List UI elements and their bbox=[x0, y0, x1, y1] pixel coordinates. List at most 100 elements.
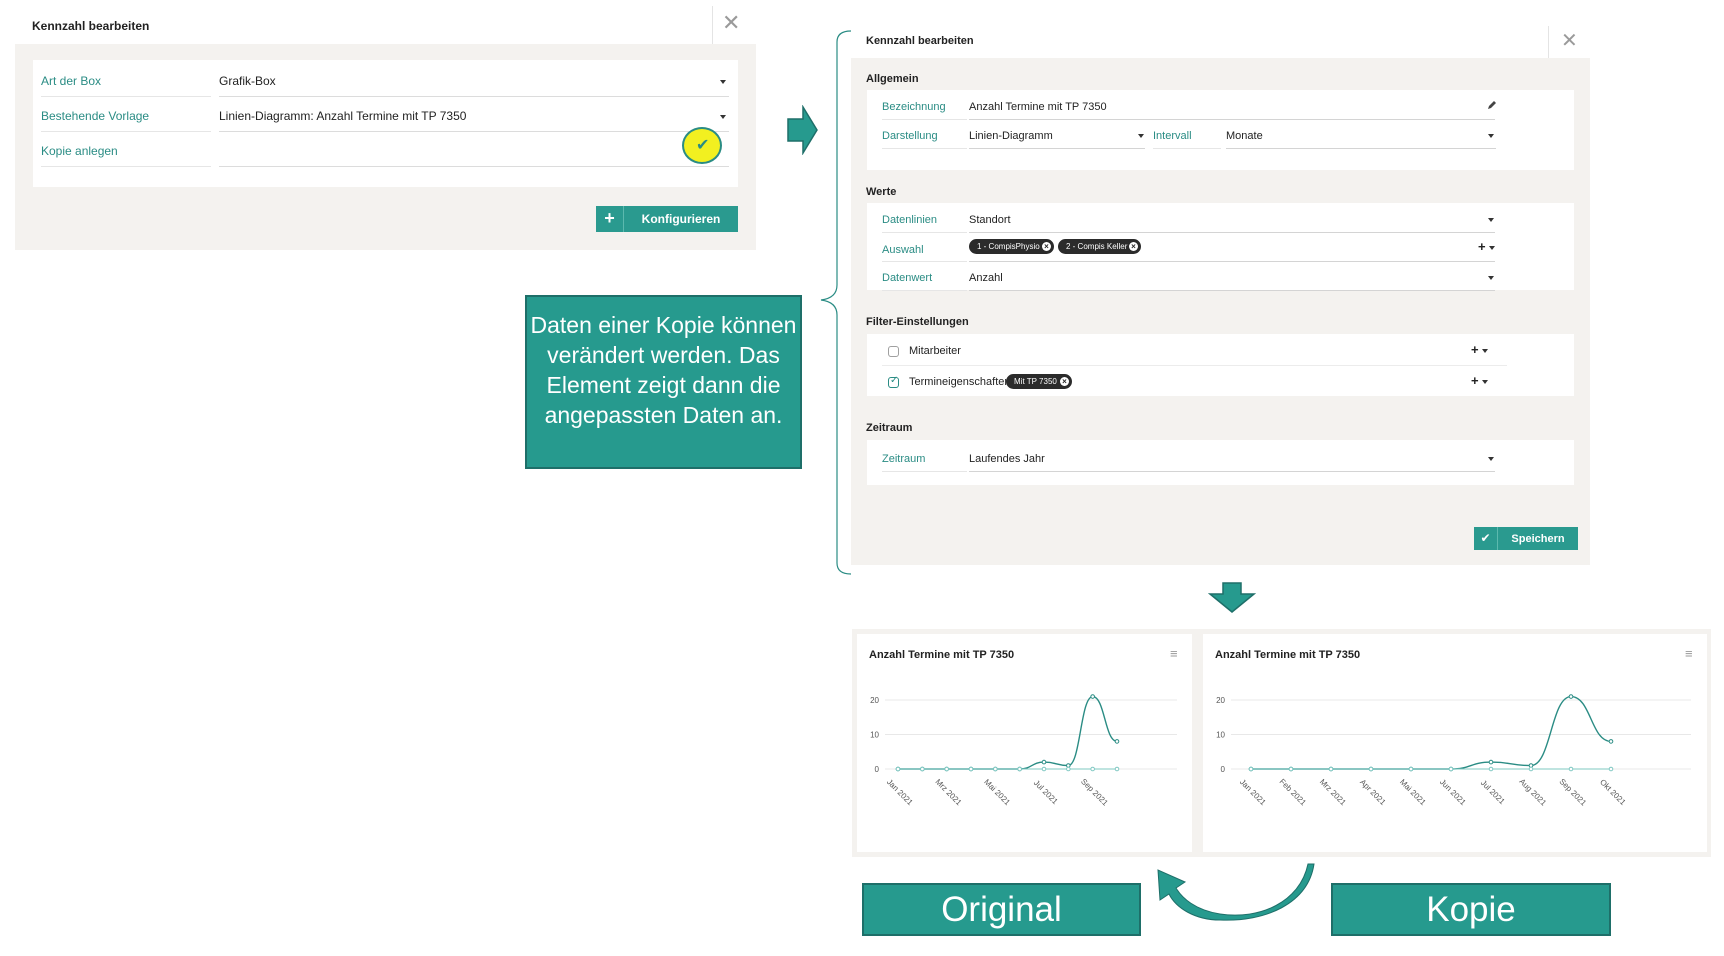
chevron-down-icon[interactable] bbox=[720, 115, 726, 119]
hamburger-menu-icon[interactable]: ≡ bbox=[1170, 646, 1178, 661]
chevron-down-icon[interactable] bbox=[1138, 134, 1144, 138]
value-underline bbox=[219, 131, 729, 132]
speichern-button[interactable]: ✔ Speichern bbox=[1474, 527, 1578, 550]
termineigenschaften-checkbox[interactable]: ✓ bbox=[888, 375, 899, 388]
check-icon: ✔ bbox=[1474, 527, 1498, 550]
data-point[interactable] bbox=[1017, 766, 1022, 772]
row-darstellung[interactable]: Darstellung Linien-Diagramm Intervall Mo… bbox=[882, 119, 1567, 149]
data-point[interactable] bbox=[1288, 766, 1294, 772]
y-tick-label: 10 bbox=[870, 731, 879, 740]
add-termineigenschaft-icon[interactable]: + bbox=[1471, 373, 1479, 388]
data-point[interactable] bbox=[1114, 739, 1120, 744]
data-point[interactable] bbox=[993, 766, 998, 772]
row-datenwert[interactable]: Datenwert Anzahl bbox=[882, 261, 1567, 291]
data-point[interactable] bbox=[1488, 766, 1494, 772]
remove-chip-icon[interactable]: × bbox=[1042, 242, 1051, 251]
chevron-down-icon[interactable] bbox=[720, 80, 726, 84]
data-point[interactable] bbox=[1528, 766, 1534, 772]
row-auswahl[interactable]: Auswahl 1 - CompisPhysio × 2 - Compis Ke… bbox=[882, 232, 1567, 262]
field-label: Kopie anlegen bbox=[41, 144, 118, 158]
kopie-anlegen-toggle[interactable]: ✔ bbox=[682, 127, 722, 164]
x-tick-label: Okt 2021 bbox=[1598, 778, 1628, 808]
field-label: Bestehende Vorlage bbox=[41, 109, 150, 123]
card-allgemein: Bezeichnung Anzahl Termine mit TP 7350 D… bbox=[867, 90, 1574, 170]
data-point[interactable] bbox=[1066, 766, 1071, 772]
button-label: Konfigurieren bbox=[641, 212, 721, 226]
field-label: Datenlinien bbox=[882, 214, 938, 226]
chevron-down-icon[interactable] bbox=[1482, 349, 1488, 353]
data-point[interactable] bbox=[1568, 694, 1574, 699]
mitarbeiter-checkbox[interactable] bbox=[888, 346, 899, 357]
datenwert-select[interactable]: Anzahl bbox=[969, 272, 1003, 284]
data-point[interactable] bbox=[1114, 766, 1120, 772]
pencil-icon[interactable] bbox=[1487, 100, 1497, 110]
auswahl-chip[interactable]: 2 - Compis Keller × bbox=[1058, 239, 1141, 254]
plus-icon: + bbox=[596, 206, 624, 232]
field-label: Art der Box bbox=[41, 74, 102, 88]
close-icon[interactable]: ✕ bbox=[722, 12, 740, 34]
chevron-down-icon[interactable] bbox=[1488, 457, 1494, 461]
hamburger-menu-icon[interactable]: ≡ bbox=[1685, 646, 1693, 661]
data-point[interactable] bbox=[1448, 766, 1454, 772]
data-point[interactable] bbox=[1041, 766, 1047, 772]
label-underline bbox=[41, 166, 211, 167]
chevron-down-icon[interactable] bbox=[1488, 276, 1494, 280]
chevron-down-icon[interactable] bbox=[1482, 380, 1488, 384]
data-point[interactable] bbox=[1368, 766, 1374, 772]
vorlage-select[interactable]: Linien-Diagramm: Anzahl Termine mit TP 7… bbox=[219, 109, 466, 123]
bezeichnung-input[interactable]: Anzahl Termine mit TP 7350 bbox=[969, 101, 1107, 113]
x-tick-label: Jan 2021 bbox=[1238, 777, 1268, 807]
close-icon[interactable]: ✕ bbox=[1561, 31, 1578, 51]
remove-chip-icon[interactable]: × bbox=[1129, 242, 1138, 251]
data-point[interactable] bbox=[1488, 759, 1494, 765]
data-point[interactable] bbox=[968, 766, 974, 772]
label-underline bbox=[1153, 148, 1221, 149]
y-tick-label: 20 bbox=[870, 696, 879, 705]
check-icon: ✔ bbox=[696, 137, 710, 154]
data-point[interactable] bbox=[1041, 759, 1047, 765]
label-underline bbox=[882, 471, 967, 472]
x-tick-label: Sep 2021 bbox=[1079, 777, 1110, 808]
data-point[interactable] bbox=[895, 766, 901, 772]
termineigenschaften-chip[interactable]: Mit TP 7350 × bbox=[1006, 374, 1072, 389]
data-point[interactable] bbox=[1328, 766, 1334, 772]
data-point[interactable] bbox=[1248, 766, 1254, 772]
chevron-down-icon[interactable] bbox=[1488, 218, 1494, 222]
art-der-box-select[interactable]: Grafik-Box bbox=[219, 74, 276, 88]
row-bezeichnung[interactable]: Bezeichnung Anzahl Termine mit TP 7350 bbox=[882, 90, 1567, 120]
row-zeitraum[interactable]: Zeitraum Laufendes Jahr bbox=[882, 442, 1567, 472]
row-termineigenschaften[interactable]: ✓ Termineigenschaften Mit TP 7350 × + bbox=[882, 365, 1567, 396]
row-datenlinien[interactable]: Datenlinien Standort bbox=[882, 203, 1567, 233]
row-mitarbeiter[interactable]: Mitarbeiter + bbox=[882, 334, 1567, 366]
data-point[interactable] bbox=[920, 766, 925, 772]
chevron-down-icon[interactable] bbox=[1489, 246, 1495, 250]
data-point[interactable] bbox=[1568, 766, 1574, 772]
x-tick-label: Aug 2021 bbox=[1517, 777, 1548, 808]
datenlinien-select[interactable]: Standort bbox=[969, 214, 1011, 226]
zeitraum-select[interactable]: Laufendes Jahr bbox=[969, 453, 1045, 465]
dialog-title: Kennzahl bearbeiten bbox=[32, 19, 150, 33]
header-divider bbox=[712, 6, 713, 44]
x-tick-label: Jun 2021 bbox=[1438, 777, 1468, 807]
label-underline bbox=[41, 96, 211, 97]
chart-card-original: 0 10 20 Jan 2021 Mrz 2021 Mai 2021 Jul 2021 Sep… bbox=[857, 634, 1192, 852]
remove-chip-icon[interactable]: × bbox=[1060, 377, 1069, 386]
x-tick-label: Mrz 2021 bbox=[1318, 777, 1348, 807]
info-callout: Daten einer Kopie können verändert werde… bbox=[525, 295, 802, 469]
data-point[interactable] bbox=[1090, 766, 1095, 772]
auswahl-chip[interactable]: 1 - CompisPhysio × bbox=[969, 239, 1054, 254]
section-heading-allgemein: Allgemein bbox=[866, 73, 919, 85]
data-point[interactable] bbox=[1608, 766, 1614, 772]
chevron-down-icon[interactable] bbox=[1488, 134, 1494, 138]
x-tick-label: Jul 2021 bbox=[1479, 778, 1507, 806]
add-mitarbeiter-icon[interactable]: + bbox=[1471, 342, 1479, 357]
data-point[interactable] bbox=[1408, 766, 1414, 772]
data-point[interactable] bbox=[1608, 739, 1614, 744]
data-point[interactable] bbox=[1090, 694, 1095, 699]
konfigurieren-button[interactable]: + Konfigurieren bbox=[596, 206, 738, 232]
data-point[interactable] bbox=[944, 766, 949, 772]
section-heading-filter: Filter-Einstellungen bbox=[866, 316, 969, 328]
intervall-select[interactable]: Monate bbox=[1226, 130, 1263, 142]
darstellung-select[interactable]: Linien-Diagramm bbox=[969, 130, 1053, 142]
add-auswahl-icon[interactable]: + bbox=[1478, 239, 1486, 254]
